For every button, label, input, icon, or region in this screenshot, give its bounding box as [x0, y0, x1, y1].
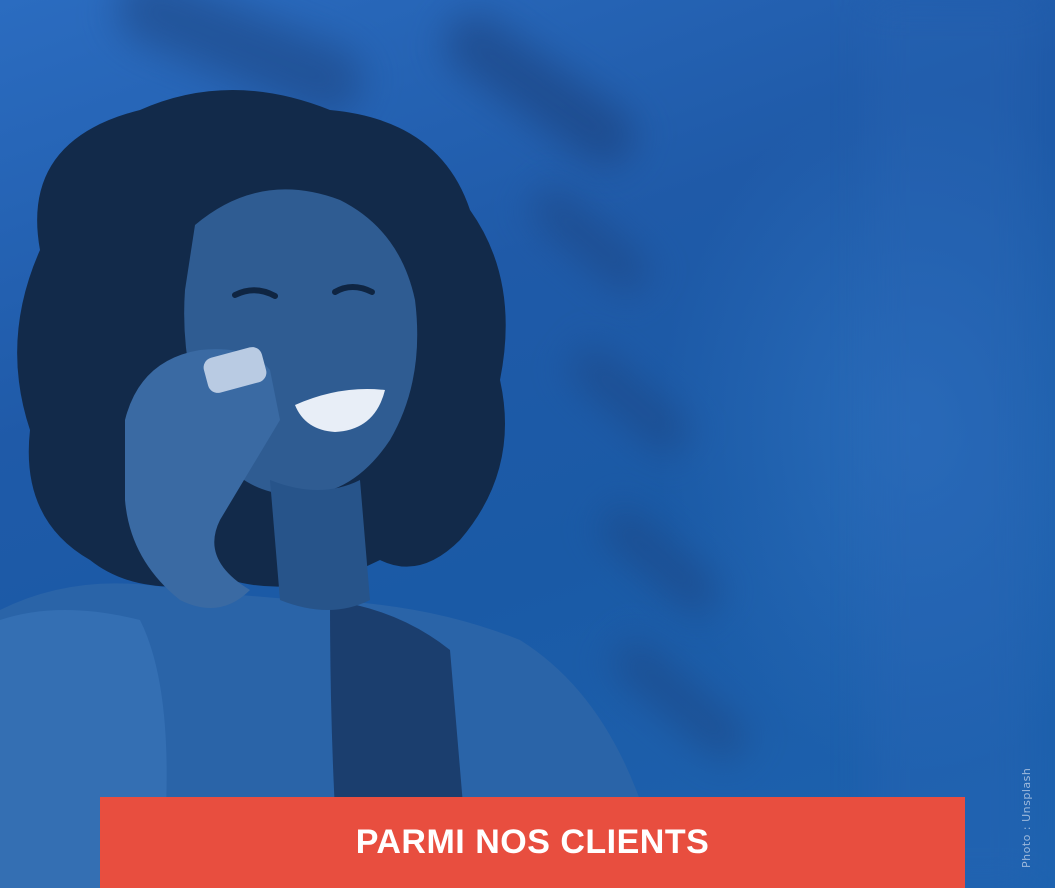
photo-credit: Photo : Unsplash	[1020, 767, 1033, 868]
hero-photo: Photo : Unsplash PARMI NOS CLIENTS	[0, 0, 1055, 888]
banner-title: PARMI NOS CLIENTS	[355, 823, 710, 861]
background-blur-shape	[870, 0, 1030, 888]
clients-banner: PARMI NOS CLIENTS	[100, 797, 965, 888]
woman-on-phone-illustration	[0, 90, 640, 888]
